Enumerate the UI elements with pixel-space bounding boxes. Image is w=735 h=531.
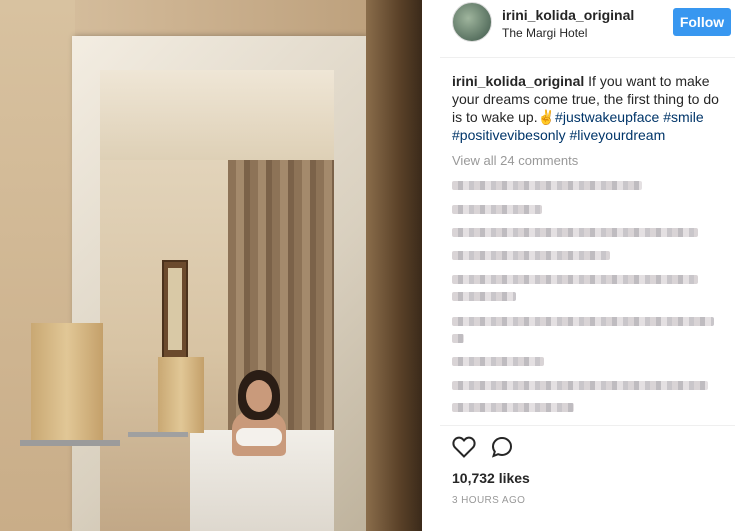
avatar[interactable] xyxy=(452,2,492,42)
photo-lamp xyxy=(31,323,103,441)
photo-door xyxy=(366,0,422,531)
photo-person xyxy=(228,370,288,460)
post-photo[interactable] xyxy=(0,0,422,531)
post-caption: irini_kolida_original If you want to mak… xyxy=(452,72,724,144)
divider xyxy=(440,57,735,58)
blurred-comment xyxy=(452,205,542,214)
blurred-comment xyxy=(452,251,610,260)
hashtag-link[interactable]: #liveyourdream xyxy=(570,127,666,143)
like-count[interactable]: 10,732 likes xyxy=(452,470,530,486)
blurred-comment xyxy=(452,334,464,343)
comment-icon[interactable] xyxy=(491,436,513,458)
post-username[interactable]: irini_kolida_original xyxy=(502,7,634,23)
blurred-comment xyxy=(452,403,574,412)
blurred-comment xyxy=(452,275,698,284)
photo-wall xyxy=(0,0,75,531)
mirror-reflection xyxy=(100,70,334,531)
follow-button[interactable]: Follow xyxy=(673,8,731,36)
divider xyxy=(440,425,735,426)
blurred-comment xyxy=(452,292,516,301)
photo-lamp xyxy=(158,357,204,433)
hashtag-link[interactable]: #positivevibesonly xyxy=(452,127,566,143)
blurred-comment xyxy=(452,181,642,190)
blurred-comment xyxy=(452,317,714,326)
hashtag-link[interactable]: #justwakeupface xyxy=(555,109,659,125)
hashtag-link[interactable]: #smile xyxy=(663,109,703,125)
caption-username[interactable]: irini_kolida_original xyxy=(452,73,584,89)
view-all-comments-link[interactable]: View all 24 comments xyxy=(452,153,578,168)
blurred-comment xyxy=(452,228,698,237)
photo-wall-picture xyxy=(162,260,188,360)
heart-icon[interactable] xyxy=(452,436,476,458)
blurred-comment xyxy=(452,381,708,390)
photo-mirror xyxy=(72,36,366,531)
victory-emoji: ✌ xyxy=(537,109,556,125)
post-location[interactable]: The Margi Hotel xyxy=(502,26,587,40)
blurred-comment xyxy=(452,357,544,366)
post-timestamp[interactable]: 3 HOURS AGO xyxy=(452,495,525,506)
